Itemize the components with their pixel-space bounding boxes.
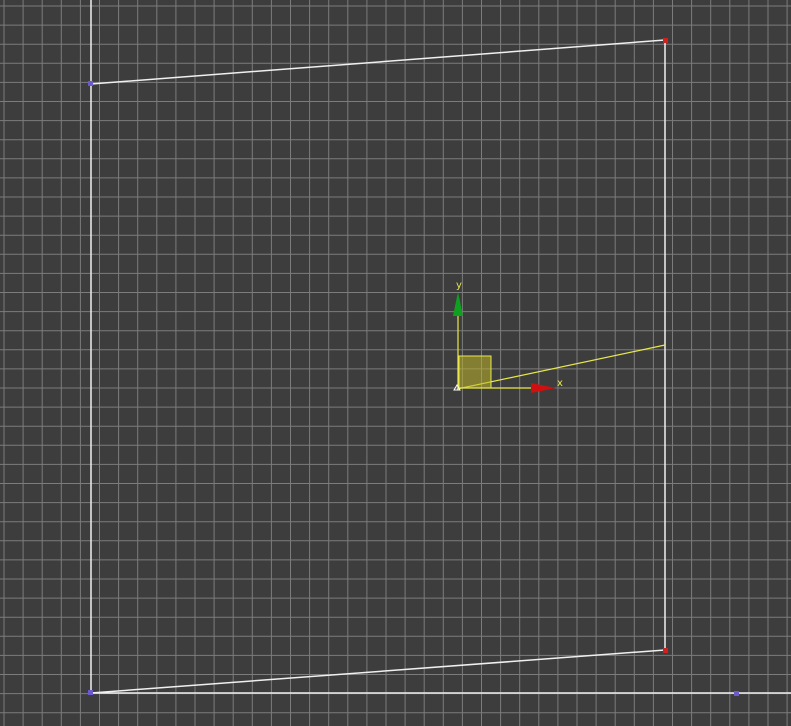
x-axis-arrow-icon[interactable] bbox=[531, 383, 556, 393]
vertex-point[interactable] bbox=[663, 648, 668, 653]
vertex-point[interactable] bbox=[663, 38, 668, 43]
vertex-point[interactable] bbox=[88, 690, 93, 695]
grid bbox=[0, 0, 791, 726]
transform-gizmo[interactable]: y x bbox=[453, 280, 666, 393]
vertex-point[interactable] bbox=[88, 81, 93, 86]
vertex-point[interactable] bbox=[734, 691, 739, 696]
xy-plane-handle[interactable] bbox=[458, 355, 492, 389]
x-axis-label: x bbox=[557, 378, 563, 389]
viewport[interactable]: y x bbox=[0, 0, 791, 726]
y-axis-label: y bbox=[456, 280, 462, 291]
y-axis-arrow-icon[interactable] bbox=[453, 292, 463, 316]
shape-top-edge[interactable] bbox=[90, 39, 666, 85]
spline-shape[interactable] bbox=[88, 0, 791, 696]
viewport-canvas[interactable]: y x bbox=[0, 0, 791, 726]
shape-bottom-edge[interactable] bbox=[90, 649, 666, 694]
